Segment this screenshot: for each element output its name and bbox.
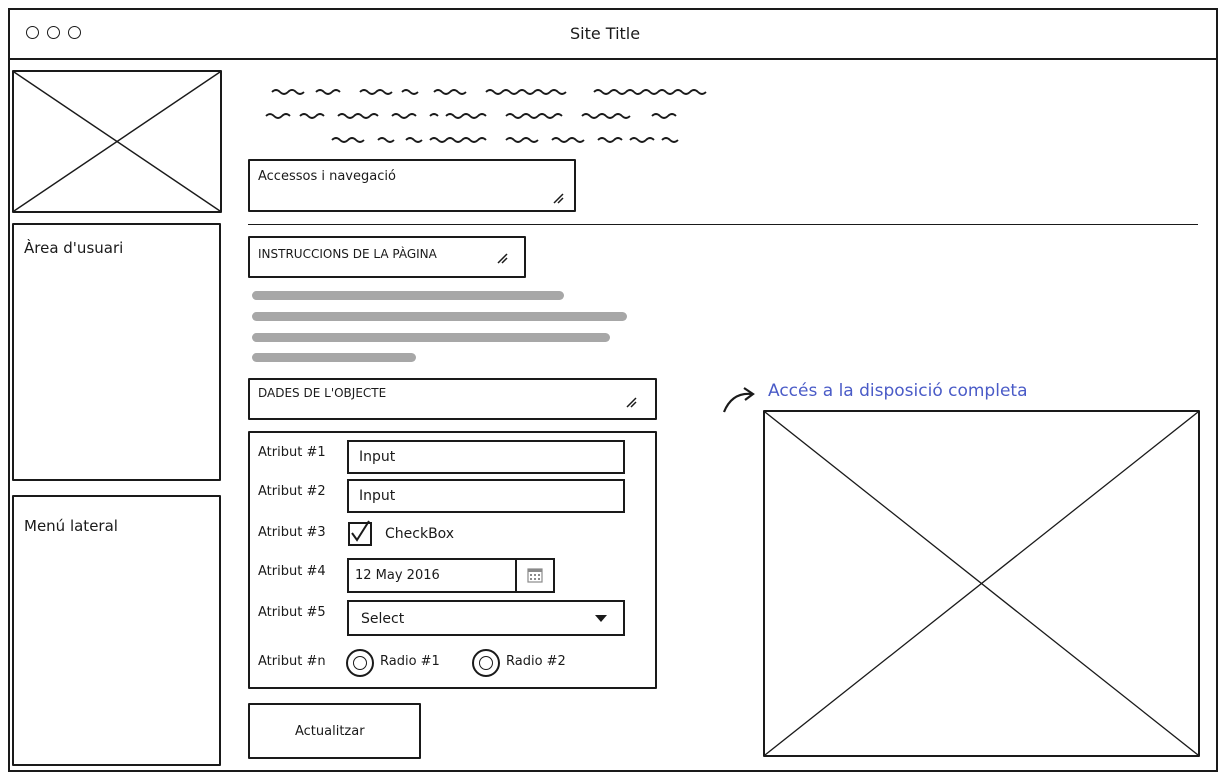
side-menu-panel: Menú lateral xyxy=(12,495,221,766)
radio-2-label: Radio #2 xyxy=(506,654,566,669)
logo-image-placeholder xyxy=(12,70,222,213)
header-scribble-text xyxy=(265,89,707,143)
radio-1[interactable] xyxy=(346,649,374,677)
access-navigation-box[interactable]: Accessos i navegació xyxy=(248,159,576,212)
access-navigation-label: Accessos i navegació xyxy=(258,169,396,184)
radio-2[interactable] xyxy=(472,649,500,677)
resize-grip-icon[interactable] xyxy=(550,190,564,204)
instructions-label: INSTRUCCIONS DE LA PÀGINA xyxy=(258,247,437,261)
object-data-label: DADES DE L'OBJECTE xyxy=(258,386,387,400)
site-title: Site Title xyxy=(570,24,641,43)
attr5-label: Atribut #5 xyxy=(258,605,326,620)
attr3-checkbox[interactable] xyxy=(348,520,372,546)
user-area-panel: Àrea d'usuari xyxy=(12,223,221,481)
resize-grip-icon[interactable] xyxy=(623,394,637,408)
instructions-box[interactable]: INSTRUCCIONS DE LA PÀGINA xyxy=(248,236,526,278)
update-button[interactable]: Actualitzar xyxy=(248,703,421,759)
attr1-label: Atribut #1 xyxy=(258,445,326,460)
curved-arrow-icon xyxy=(722,387,755,413)
side-menu-label: Menú lateral xyxy=(24,517,118,535)
title-bar: Site Title xyxy=(8,8,1218,60)
attr1-input[interactable]: Input xyxy=(347,440,625,474)
attr4-label: Atribut #4 xyxy=(258,564,326,579)
window-control-circle-icon[interactable] xyxy=(26,26,39,39)
update-button-label: Actualitzar xyxy=(295,724,365,739)
content-divider xyxy=(248,224,1198,225)
text-placeholder-line xyxy=(252,353,416,362)
user-area-label: Àrea d'usuari xyxy=(24,239,124,257)
attr5-select-value: Select xyxy=(361,611,405,627)
text-placeholder-line xyxy=(252,312,627,321)
attr4-date-picker[interactable]: 12 May 2016 xyxy=(347,558,555,593)
radio-2-dot xyxy=(479,656,493,670)
resize-grip-icon[interactable] xyxy=(494,250,508,264)
window-control-circle-icon[interactable] xyxy=(47,26,60,39)
object-data-box[interactable]: DADES DE L'OBJECTE xyxy=(248,378,657,420)
full-layout-link[interactable]: Accés a la disposició completa xyxy=(768,381,1028,401)
attr4-date-value: 12 May 2016 xyxy=(355,568,440,583)
attr3-label: Atribut #3 xyxy=(258,525,326,540)
attr5-select[interactable]: Select xyxy=(347,600,625,636)
layout-preview-image-placeholder xyxy=(763,410,1200,757)
calendar-icon xyxy=(527,568,543,583)
text-placeholder-line xyxy=(252,333,610,342)
attr3-checkbox-label: CheckBox xyxy=(385,526,455,542)
radio-1-label: Radio #1 xyxy=(380,654,440,669)
attribute-form: Atribut #1 Input Atribut #2 Input Atribu… xyxy=(248,431,657,689)
chevron-down-icon xyxy=(595,615,607,622)
text-placeholder-line xyxy=(252,291,564,300)
checkmark-icon xyxy=(351,520,370,542)
radio-1-dot xyxy=(353,656,367,670)
window-control-circle-icon[interactable] xyxy=(68,26,81,39)
attr2-label: Atribut #2 xyxy=(258,484,326,499)
calendar-button[interactable] xyxy=(515,560,553,591)
attrn-label: Atribut #n xyxy=(258,654,326,669)
attr2-input[interactable]: Input xyxy=(347,479,625,513)
